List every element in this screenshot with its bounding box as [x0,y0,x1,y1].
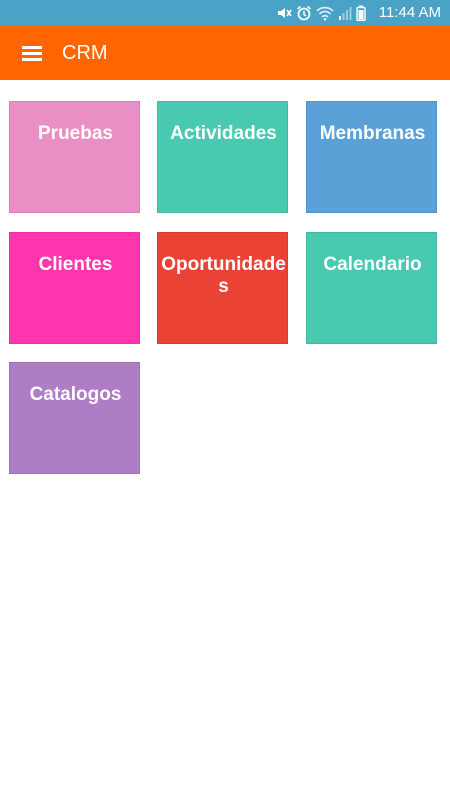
tile-label: Membranas [319,123,426,144]
hamburger-menu-icon [22,45,42,61]
tile-membranas[interactable]: Membranas [306,101,437,213]
signal-icon [338,5,352,21]
status-time: 11:44 AM [378,4,441,21]
wifi-icon [316,5,334,21]
tile-calendario[interactable]: Calendario [306,232,437,344]
tile-label: Clientes [38,254,113,275]
menu-button[interactable] [12,36,52,70]
tile-actividades[interactable]: Actividades [157,101,288,213]
status-bar: 11:44 AM [0,0,450,26]
tile-clientes[interactable]: Clientes [9,232,140,344]
status-icons [276,5,366,21]
mute-icon [276,5,292,21]
tile-label: Oportunidades [161,254,286,297]
tile-label: Actividades [170,123,277,144]
tile-catalogos[interactable]: Catalogos [9,362,140,474]
tile-label: Calendario [323,254,422,275]
alarm-icon [296,5,312,21]
app-title: CRM [62,42,108,64]
tile-label: Catalogos [29,384,122,405]
app-bar: CRM [0,26,450,80]
tile-oportunidades[interactable]: Oportunidades [157,232,288,344]
battery-icon [356,5,366,21]
tile-pruebas[interactable]: Pruebas [9,101,140,213]
tile-label: Pruebas [38,123,113,144]
